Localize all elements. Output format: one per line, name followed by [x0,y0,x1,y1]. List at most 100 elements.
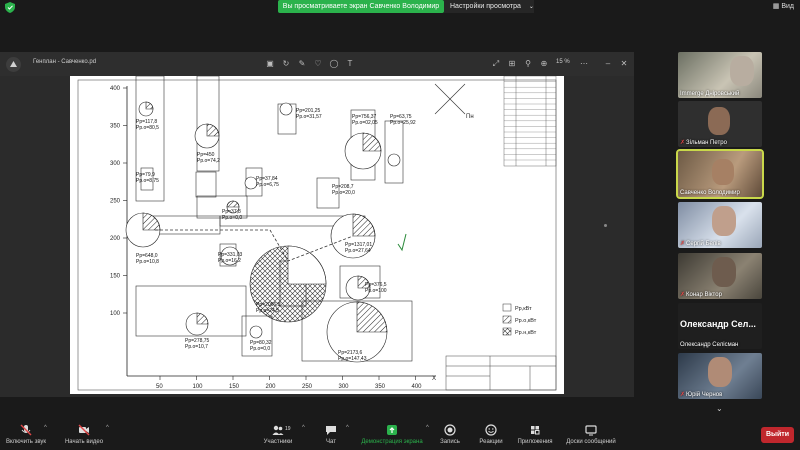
x-tick-label: 350 [375,384,386,390]
site-plan-drawing: 400 350 300 250 200 150 100 50 100 150 200 250 300 3… [70,76,564,394]
y-tick-label: 200 [110,236,121,242]
view-button[interactable]: ▦ Вид [773,2,794,10]
muted-mic-icon: ✗ [680,241,686,247]
load-circle-2 [249,325,263,339]
participants-options-caret[interactable]: ^ [302,425,305,431]
participant-tile[interactable]: ✗Конар Віктор [678,253,762,299]
view-options-button[interactable]: Настройки просмотра ⌄ [444,0,534,13]
top-bar: Вы просматриваете экран Савченко Володим… [0,0,800,14]
participant-tile[interactable]: Immerge Дніровський [678,52,762,98]
eraser-icon[interactable]: ◯ [328,58,340,70]
shield-icon[interactable] [5,2,15,13]
y-tick-label: 350 [110,124,121,130]
legend-label: Pр.н,кВт [515,330,537,336]
power-line [155,229,354,262]
draw-icon[interactable]: ✎ [296,58,308,70]
document-title: Генплан - Савченко.pd [33,59,97,65]
participant-tile[interactable]: ✗Зільман Петро [678,101,762,147]
y-ticks: 400 350 300 250 200 150 100 [110,86,127,317]
axis-x-label: X [432,376,436,382]
video-off-icon [78,424,90,436]
participant-name: ✗Зільман Петро [680,140,727,146]
more-icon[interactable]: ⋯ [578,58,590,70]
apps-button[interactable]: Приложения [514,423,556,445]
whiteboard-label: Доски сообщений [566,439,616,445]
close-icon[interactable]: ✕ [618,58,630,70]
building-load-label: Pр.о=02,05 [352,120,378,126]
participants-button[interactable]: Участники [254,423,302,445]
avatar [730,56,754,86]
load-circle-16 [387,153,401,167]
participant-tile[interactable]: ✗Юрій Чернов [678,353,762,399]
chat-options-caret[interactable]: ^ [346,425,349,431]
building-load-label: Pр.о=25,92 [390,120,416,126]
building-load-label: Pр.о=6,75 [256,182,279,188]
y-tick-label: 400 [110,86,121,92]
avatar [712,257,736,287]
legend-swatch-prn [502,327,512,336]
participant-tile[interactable]: ✗Сергій Белів [678,202,762,248]
y-tick-label: 300 [110,161,121,167]
legend-swatch-pr [502,303,512,312]
share-screen-button[interactable]: Демонстрация экрана [356,423,428,445]
record-label: Запись [440,439,460,445]
load-circle-21 [279,102,293,116]
building-load-label: Pр.о=100 [365,288,387,294]
participant-name: Олександр Селісман [680,342,739,348]
record-button[interactable]: Запись [434,423,466,445]
muted-mic-icon: ✗ [680,392,686,398]
chevron-down-icon[interactable]: ⌄ [716,404,723,413]
participants-label: Участники [263,439,293,445]
screen-icon[interactable]: ▣ [264,58,276,70]
building-16 [384,120,404,184]
y-tick-label: 150 [110,274,121,280]
whiteboard-icon [585,425,597,436]
whiteboard-button[interactable]: Доски сообщений [562,423,620,445]
zoom-in-icon[interactable]: ⊕ [538,58,550,70]
building-load-label: Pр.о=0,0 [222,215,242,221]
building-load-label: Pр.о=147,43 [338,356,367,362]
avatar [712,159,734,185]
x-tick-label: 200 [266,384,277,390]
meeting-controls: Включить звук ^ Начать видео ^ Участники… [0,420,800,450]
building-load-label: Pр.о=74,2 [197,158,220,164]
leave-button[interactable]: Выйти [761,427,794,443]
heart-icon[interactable]: ♡ [312,58,324,70]
unmute-button[interactable]: Включить звук [2,423,50,445]
participant-tile[interactable]: Олександр Сел... Олександр Селісман [678,303,762,349]
chat-label: Чат [326,439,336,445]
avatar [708,357,732,387]
site-plan-svg: 400 350 300 250 200 150 100 50 100 150 200 250 300 3… [77,76,557,391]
rotate-icon[interactable]: ↻ [280,58,292,70]
building-load-label: Pр.о=24,5 [256,308,279,314]
minimize-icon[interactable]: – [602,58,614,70]
apps-label: Приложения [517,439,553,445]
crop-icon[interactable]: ⊞ [506,58,518,70]
legend-label: Pр,кВт [515,306,532,312]
text-icon[interactable]: T [344,58,356,70]
participants-icon [272,425,284,435]
app-icon[interactable] [6,57,21,72]
view-options-label: Настройки просмотра [450,3,521,10]
chat-icon [326,426,336,435]
start-video-label: Начать видео [64,439,104,445]
x-tick-label: 150 [229,384,240,390]
viewer-margin-right [564,76,634,397]
scroll-indicator[interactable] [604,224,607,227]
muted-mic-icon [20,424,32,436]
reactions-button[interactable]: Реакции [474,423,508,445]
start-video-button[interactable]: Начать видео [60,423,108,445]
avatar [708,107,730,135]
audio-options-caret[interactable]: ^ [44,425,47,431]
participant-name: Савченко Володимир [680,190,740,196]
search-icon[interactable]: ⚲ [522,58,534,70]
participant-name: ✗Сергій Белів [680,241,721,247]
chat-button[interactable]: Чат [316,423,346,445]
expand-icon[interactable]: ⤢ [490,58,502,70]
record-icon [444,424,456,436]
share-options-caret[interactable]: ^ [426,425,429,431]
specification-table [503,76,557,167]
video-options-caret[interactable]: ^ [106,425,109,431]
building-load-label: Pр.о=10,7 [185,344,208,350]
participant-tile-active[interactable]: Савченко Володимир [676,149,764,199]
